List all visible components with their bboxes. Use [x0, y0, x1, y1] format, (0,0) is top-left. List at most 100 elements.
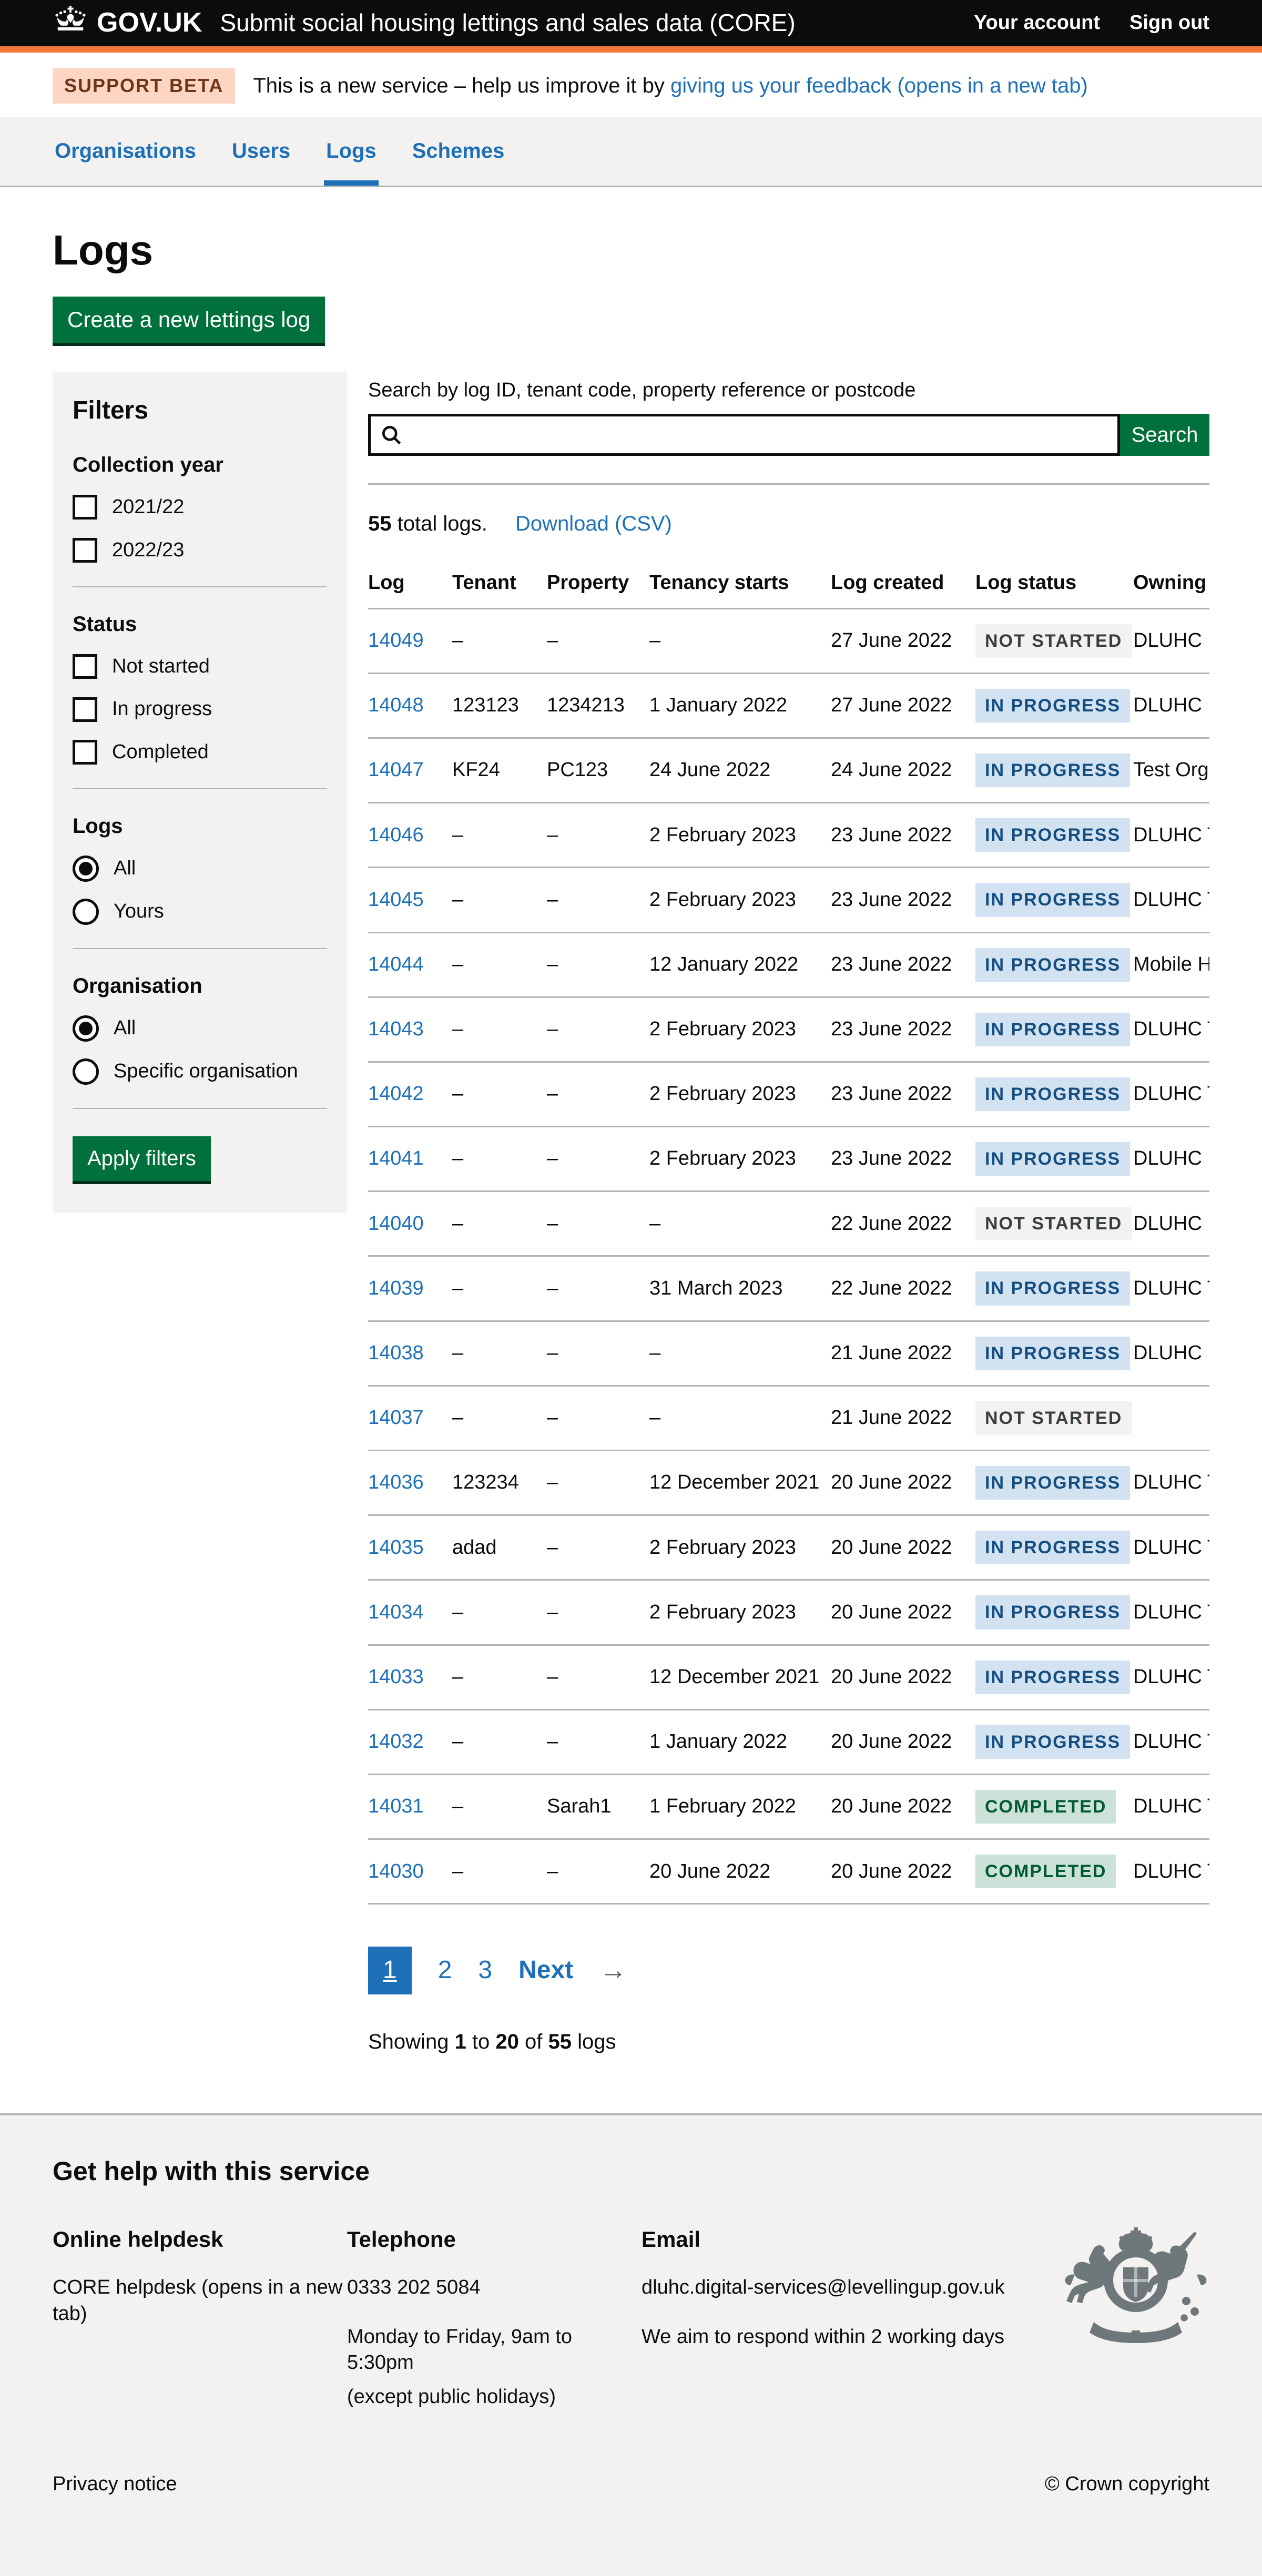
- radio-icon[interactable]: [73, 856, 99, 882]
- radio-organisation-all[interactable]: All: [73, 1015, 327, 1042]
- checkbox-in-progress[interactable]: In progress: [73, 696, 327, 722]
- govuk-logo[interactable]: GOV.UK: [53, 5, 202, 41]
- table-row: 14047 KF24 PC123 24 June 2022 24 June 20…: [368, 738, 1209, 802]
- nav-item-logs[interactable]: Logs: [324, 117, 379, 186]
- log-id-link[interactable]: 14041: [368, 1147, 424, 1169]
- log-id-link[interactable]: 14032: [368, 1730, 424, 1753]
- log-created-cell: 20 June 2022: [831, 1580, 975, 1645]
- property-cell: –: [547, 1839, 649, 1904]
- tenancy-starts-cell: 12 December 2021: [649, 1451, 831, 1515]
- service-name[interactable]: Submit social housing lettings and sales…: [220, 7, 795, 39]
- radio-logs-all[interactable]: All: [73, 856, 327, 882]
- nav-item-users[interactable]: Users: [230, 117, 292, 186]
- log-id-link[interactable]: 14037: [368, 1407, 424, 1429]
- telephone-heading: Telephone: [347, 2225, 642, 2254]
- tenant-cell: –: [452, 1192, 547, 1256]
- sign-out-link[interactable]: Sign out: [1129, 10, 1209, 36]
- search-input[interactable]: [368, 414, 1120, 456]
- log-id-link[interactable]: 14044: [368, 953, 424, 975]
- pagination-next-link[interactable]: Next: [518, 1954, 573, 1987]
- nav-item-organisations[interactable]: Organisations: [53, 117, 198, 186]
- core-helpdesk-link[interactable]: CORE helpdesk (opens in a new tab): [53, 2276, 342, 2324]
- checkbox-2021-22[interactable]: 2021/22: [73, 494, 327, 520]
- tenancy-starts-cell: 2 February 2023: [649, 1062, 831, 1126]
- owning-organisation-cell: DLUHC: [1133, 608, 1209, 673]
- log-id-link[interactable]: 14036: [368, 1471, 424, 1493]
- log-id-link[interactable]: 14049: [368, 629, 424, 651]
- phase-banner-message: This is a new service – help us improve …: [253, 74, 665, 97]
- search-button[interactable]: Search: [1120, 414, 1209, 456]
- radio-specific-organisation[interactable]: Specific organisation: [73, 1058, 327, 1085]
- checkbox-icon[interactable]: [73, 740, 97, 765]
- checkbox-icon[interactable]: [73, 697, 97, 722]
- table-row: 14048 123123 1234213 1 January 2022 27 J…: [368, 673, 1209, 738]
- log-id-link[interactable]: 14034: [368, 1601, 424, 1623]
- log-created-cell: 20 June 2022: [831, 1515, 975, 1580]
- property-cell: –: [547, 997, 649, 1062]
- property-cell: –: [547, 1256, 649, 1321]
- email-address-link[interactable]: dluhc.digital-services@levellingup.gov.u…: [642, 2276, 1005, 2298]
- log-id-link[interactable]: 14047: [368, 759, 424, 781]
- search-icon: [380, 423, 403, 453]
- tenant-cell: –: [452, 932, 547, 997]
- radio-logs-yours[interactable]: Yours: [73, 899, 327, 925]
- log-id-link[interactable]: 14030: [368, 1860, 424, 1882]
- log-created-cell: 21 June 2022: [831, 1386, 975, 1450]
- checkbox-icon[interactable]: [73, 654, 97, 679]
- property-cell: –: [547, 1580, 649, 1645]
- col-tenancy-starts: Tenancy starts: [649, 561, 831, 608]
- log-id-link[interactable]: 14042: [368, 1083, 424, 1105]
- pagination-page-2[interactable]: 2: [438, 1954, 452, 1987]
- owning-organisation-cell: [1133, 1386, 1209, 1450]
- tenancy-starts-cell: –: [649, 608, 831, 673]
- create-lettings-log-button[interactable]: Create a new lettings log: [53, 297, 325, 343]
- radio-icon[interactable]: [73, 1058, 99, 1085]
- crown-copyright-link[interactable]: © Crown copyright: [1045, 2471, 1209, 2497]
- pagination-page-3[interactable]: 3: [478, 1954, 492, 1987]
- log-id-link[interactable]: 14046: [368, 824, 424, 846]
- checkbox-label: Not started: [112, 654, 210, 679]
- log-created-cell: 24 June 2022: [831, 738, 975, 802]
- footer-helpdesk-column: Online helpdesk CORE helpdesk (opens in …: [53, 2225, 347, 2419]
- log-id-link[interactable]: 14038: [368, 1342, 424, 1364]
- log-id-link[interactable]: 14033: [368, 1666, 424, 1688]
- showing-suffix: logs: [572, 2030, 616, 2053]
- log-id-link[interactable]: 14039: [368, 1277, 424, 1299]
- checkbox-icon[interactable]: [73, 538, 97, 563]
- owning-organisation-cell: DLUHC Tes: [1133, 1709, 1209, 1774]
- telephone-number: 0333 202 5084: [347, 2275, 642, 2300]
- checkbox-completed[interactable]: Completed: [73, 739, 327, 765]
- email-response-text: We aim to respond within 2 working days: [642, 2324, 1052, 2350]
- log-id-link[interactable]: 14045: [368, 889, 424, 911]
- owning-organisation-cell: DLUHC: [1133, 673, 1209, 738]
- nav-item-schemes[interactable]: Schemes: [410, 117, 507, 186]
- tenancy-starts-cell: 2 February 2023: [649, 803, 831, 868]
- search-label: Search by log ID, tenant code, property …: [368, 378, 1209, 403]
- pagination-current-page[interactable]: 1: [368, 1947, 412, 1994]
- radio-icon[interactable]: [73, 899, 99, 925]
- privacy-notice-link[interactable]: Privacy notice: [53, 2471, 177, 2497]
- logs-filter-label: Logs: [73, 812, 327, 840]
- tenancy-starts-cell: –: [649, 1321, 831, 1386]
- property-cell: –: [547, 1192, 649, 1256]
- apply-filters-button[interactable]: Apply filters: [73, 1136, 211, 1181]
- table-row: 14040 – – – 22 June 2022 NOT STARTED DLU…: [368, 1192, 1209, 1256]
- col-log: Log: [368, 561, 452, 608]
- status-badge: IN PROGRESS: [975, 1595, 1130, 1629]
- table-row: 14041 – – 2 February 2023 23 June 2022 I…: [368, 1127, 1209, 1192]
- your-account-link[interactable]: Your account: [974, 10, 1100, 36]
- checkbox-not-started[interactable]: Not started: [73, 654, 327, 679]
- log-id-link[interactable]: 14048: [368, 694, 424, 716]
- log-id-link[interactable]: 14035: [368, 1536, 424, 1559]
- radio-icon[interactable]: [73, 1015, 99, 1042]
- log-id-link[interactable]: 14031: [368, 1795, 424, 1817]
- feedback-link[interactable]: giving us your feedback (opens in a new …: [670, 74, 1088, 97]
- owning-organisation-cell: DLUHC Tes: [1133, 1451, 1209, 1515]
- log-id-link[interactable]: 14043: [368, 1018, 424, 1040]
- checkbox-icon[interactable]: [73, 495, 97, 520]
- download-csv-link[interactable]: Download (CSV): [515, 512, 672, 535]
- checkbox-2022-23[interactable]: 2022/23: [73, 537, 327, 563]
- owning-organisation-cell: DLUHC Tes: [1133, 1645, 1209, 1709]
- log-id-link[interactable]: 14040: [368, 1213, 424, 1235]
- status-badge: IN PROGRESS: [975, 1661, 1130, 1694]
